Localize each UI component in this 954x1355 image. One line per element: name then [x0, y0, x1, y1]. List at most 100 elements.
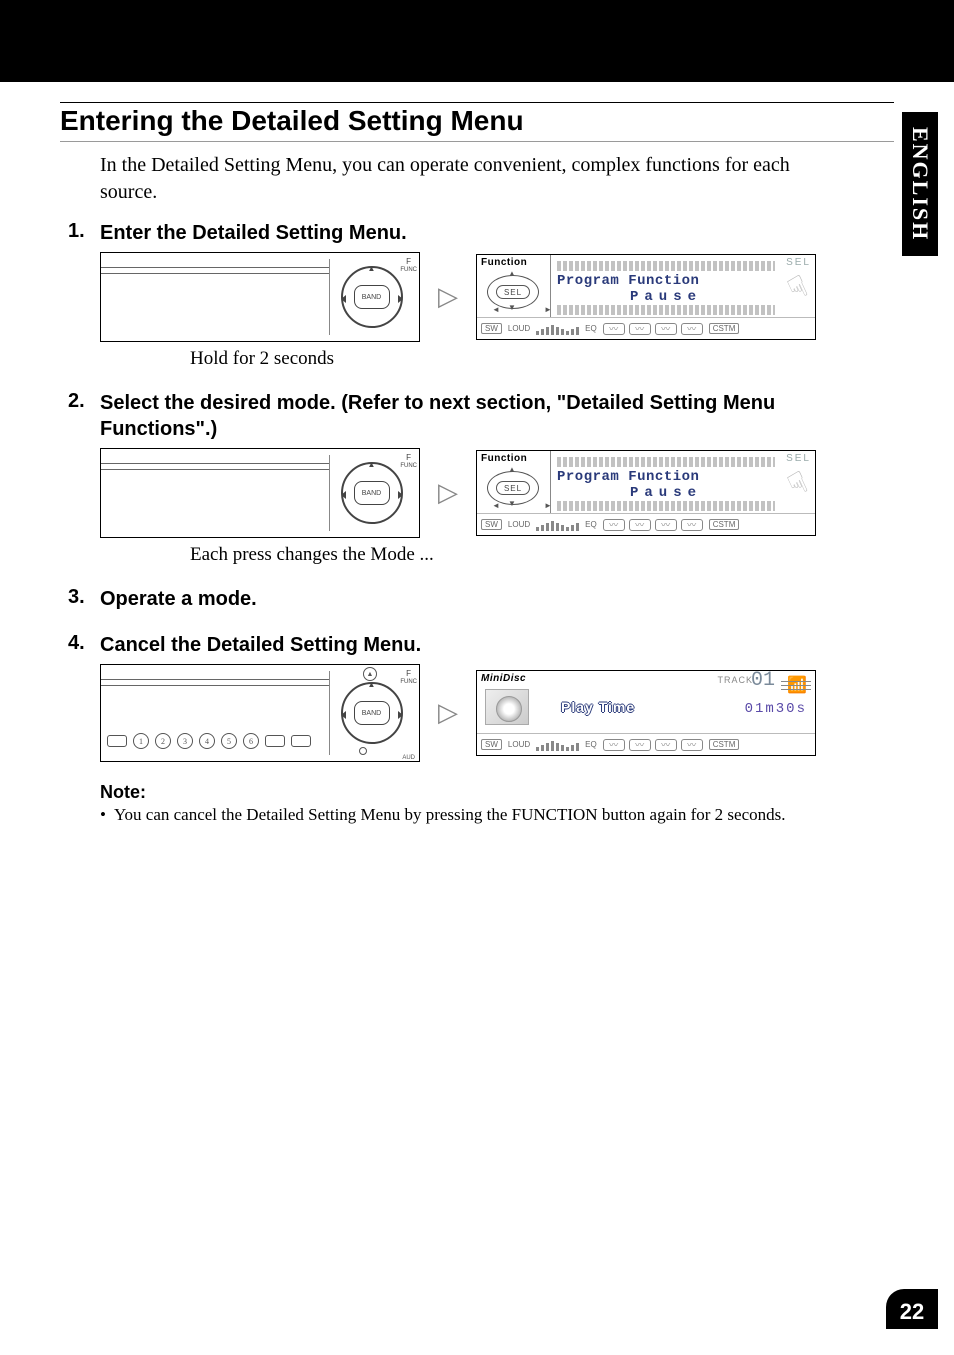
preset-6: 6	[243, 733, 259, 749]
caret-down-icon: ▼	[508, 499, 516, 508]
caret-up-icon: ▲	[508, 269, 516, 278]
caption-1: Hold for 2 seconds	[60, 348, 894, 370]
page-number: 22	[886, 1289, 938, 1329]
display-mode-label: MiniDisc	[481, 673, 526, 684]
dial-center-button: BAND	[354, 701, 390, 725]
playtime-label: Play Time	[561, 699, 635, 715]
minidisc-icon	[485, 689, 529, 725]
level-bars-icon	[536, 739, 579, 751]
arrow-icon: ▷	[438, 478, 458, 508]
device-panel-full: F FUNC ▲ AUD ▲ BAND 1 2 3 4 5 6	[100, 664, 420, 762]
display-status-bar: SW LOUD EQ 〰〰〰〰 CSTM	[477, 733, 815, 755]
sw-chip: SW	[481, 519, 502, 530]
eq-preset-icons: 〰〰〰〰	[603, 519, 703, 531]
cstm-chip: CSTM	[709, 323, 740, 334]
aud-label: AUD	[402, 755, 415, 761]
loud-label: LOUD	[508, 520, 530, 529]
eq-label: EQ	[585, 740, 597, 749]
display-status-bar: SW LOUD EQ 〰〰〰〰 CSTM	[477, 513, 815, 535]
display-mode-label: Function	[481, 453, 527, 464]
step-text: Cancel the Detailed Setting Menu.	[100, 632, 421, 658]
cstm-chip: CSTM	[709, 519, 740, 530]
note-item: • You can cancel the Detailed Setting Me…	[100, 805, 894, 825]
caption-2: Each press changes the Mode ...	[60, 544, 894, 566]
pty-button-icon	[291, 735, 311, 747]
step-text: Select the desired mode. (Refer to next …	[100, 390, 840, 442]
chevron-up-icon: ▲	[368, 264, 376, 273]
step-1: 1. Enter the Detailed Setting Menu.	[60, 220, 894, 246]
display-line2: Pause	[557, 485, 775, 501]
lcd-display-minidisc: MiniDisc TRACK 01 📶 Play Time 01m30s SW …	[476, 670, 816, 756]
display-line2: Pause	[557, 289, 775, 305]
note-text: You can cancel the Detailed Setting Menu…	[114, 805, 786, 825]
lcd-display-function: Function SEL ▲ ▼ SEL ☟ Program Function …	[476, 450, 816, 536]
step-number: 3.	[60, 586, 100, 609]
dial-center-button: BAND	[354, 285, 390, 309]
language-tab: ENGLISH	[902, 112, 938, 256]
sel-pill: SEL	[496, 481, 530, 495]
dial-area: ▲ BAND	[329, 455, 413, 531]
dial-ring: ▲ BAND	[341, 682, 403, 744]
caret-down-icon: ▼	[508, 303, 516, 312]
chevron-up-icon: ▲	[368, 460, 376, 469]
src-button-icon	[107, 735, 127, 747]
preset-3: 3	[177, 733, 193, 749]
step-number: 4.	[60, 632, 100, 655]
header-black-bar	[0, 0, 954, 82]
device-panel: F FUNC ▲ BAND	[100, 252, 420, 342]
preset-buttons: 1 2 3 4 5 6	[107, 725, 329, 757]
preset-1: 1	[133, 733, 149, 749]
eq-label: EQ	[585, 520, 597, 529]
level-bars-icon	[536, 323, 579, 335]
display-mode-label: Function	[481, 257, 527, 268]
dial-ring: ▲ BAND	[341, 266, 403, 328]
caret-up-icon: ▲	[508, 465, 516, 474]
step-number: 1.	[60, 220, 100, 243]
sel-pill: SEL	[496, 285, 530, 299]
loud-label: LOUD	[508, 324, 530, 333]
device-panel: F FUNC ▲ BAND	[100, 448, 420, 538]
sw-chip: SW	[481, 739, 502, 750]
track-number: 01	[751, 669, 775, 692]
note-block: Note: • You can cancel the Detailed Sett…	[60, 782, 894, 825]
eq-label: EQ	[585, 324, 597, 333]
page-content: Entering the Detailed Setting Menu In th…	[0, 82, 954, 825]
figure-row-1: F FUNC ▲ BAND ▷ Function SEL ▲ ▼ SEL ☟	[60, 252, 894, 342]
figure-row-2: F FUNC ▲ BAND ▷ Function SEL ▲ ▼ SEL ☟	[60, 448, 894, 538]
step-4: 4. Cancel the Detailed Setting Menu.	[60, 632, 894, 658]
loud-label: LOUD	[508, 740, 530, 749]
note-heading: Note:	[100, 782, 894, 803]
eq-preset-icons: 〰〰〰〰	[603, 739, 703, 751]
pointing-finger-icon: ☟	[782, 465, 813, 504]
sw-chip: SW	[481, 323, 502, 334]
dial-area: ▲ BAND	[329, 671, 413, 755]
pointing-finger-icon: ☟	[782, 269, 813, 308]
page-heading: Entering the Detailed Setting Menu	[60, 102, 894, 142]
bullet-icon: •	[100, 805, 106, 825]
ta-button-icon	[265, 735, 285, 747]
lcd-display-function: Function SEL ▲ ▼ SEL ☟ Program Function …	[476, 254, 816, 340]
preset-5: 5	[221, 733, 237, 749]
step-3: 3. Operate a mode.	[60, 586, 894, 612]
display-status-bar: SW LOUD EQ 〰〰〰〰 CSTM	[477, 317, 815, 339]
display-line1: Program Function	[557, 469, 775, 485]
preset-2: 2	[155, 733, 171, 749]
step-text: Enter the Detailed Setting Menu.	[100, 220, 407, 246]
eq-preset-icons: 〰〰〰〰	[603, 323, 703, 335]
step-number: 2.	[60, 390, 100, 413]
dial-ring: ▲ BAND	[341, 462, 403, 524]
dial-area: ▲ BAND	[329, 259, 413, 335]
intro-text: In the Detailed Setting Menu, you can op…	[60, 152, 820, 206]
step-text: Operate a mode.	[100, 586, 257, 612]
chevron-up-icon: ▲	[368, 680, 376, 689]
arrow-icon: ▷	[438, 282, 458, 312]
preset-4: 4	[199, 733, 215, 749]
track-label: TRACK	[717, 675, 753, 685]
arrow-icon: ▷	[438, 698, 458, 728]
display-line1: Program Function	[557, 273, 775, 289]
dial-center-button: BAND	[354, 481, 390, 505]
sel-indicator: SEL	[786, 453, 811, 464]
cstm-chip: CSTM	[709, 739, 740, 750]
elapsed-time: 01m30s	[745, 701, 807, 717]
sel-indicator: SEL	[786, 257, 811, 268]
